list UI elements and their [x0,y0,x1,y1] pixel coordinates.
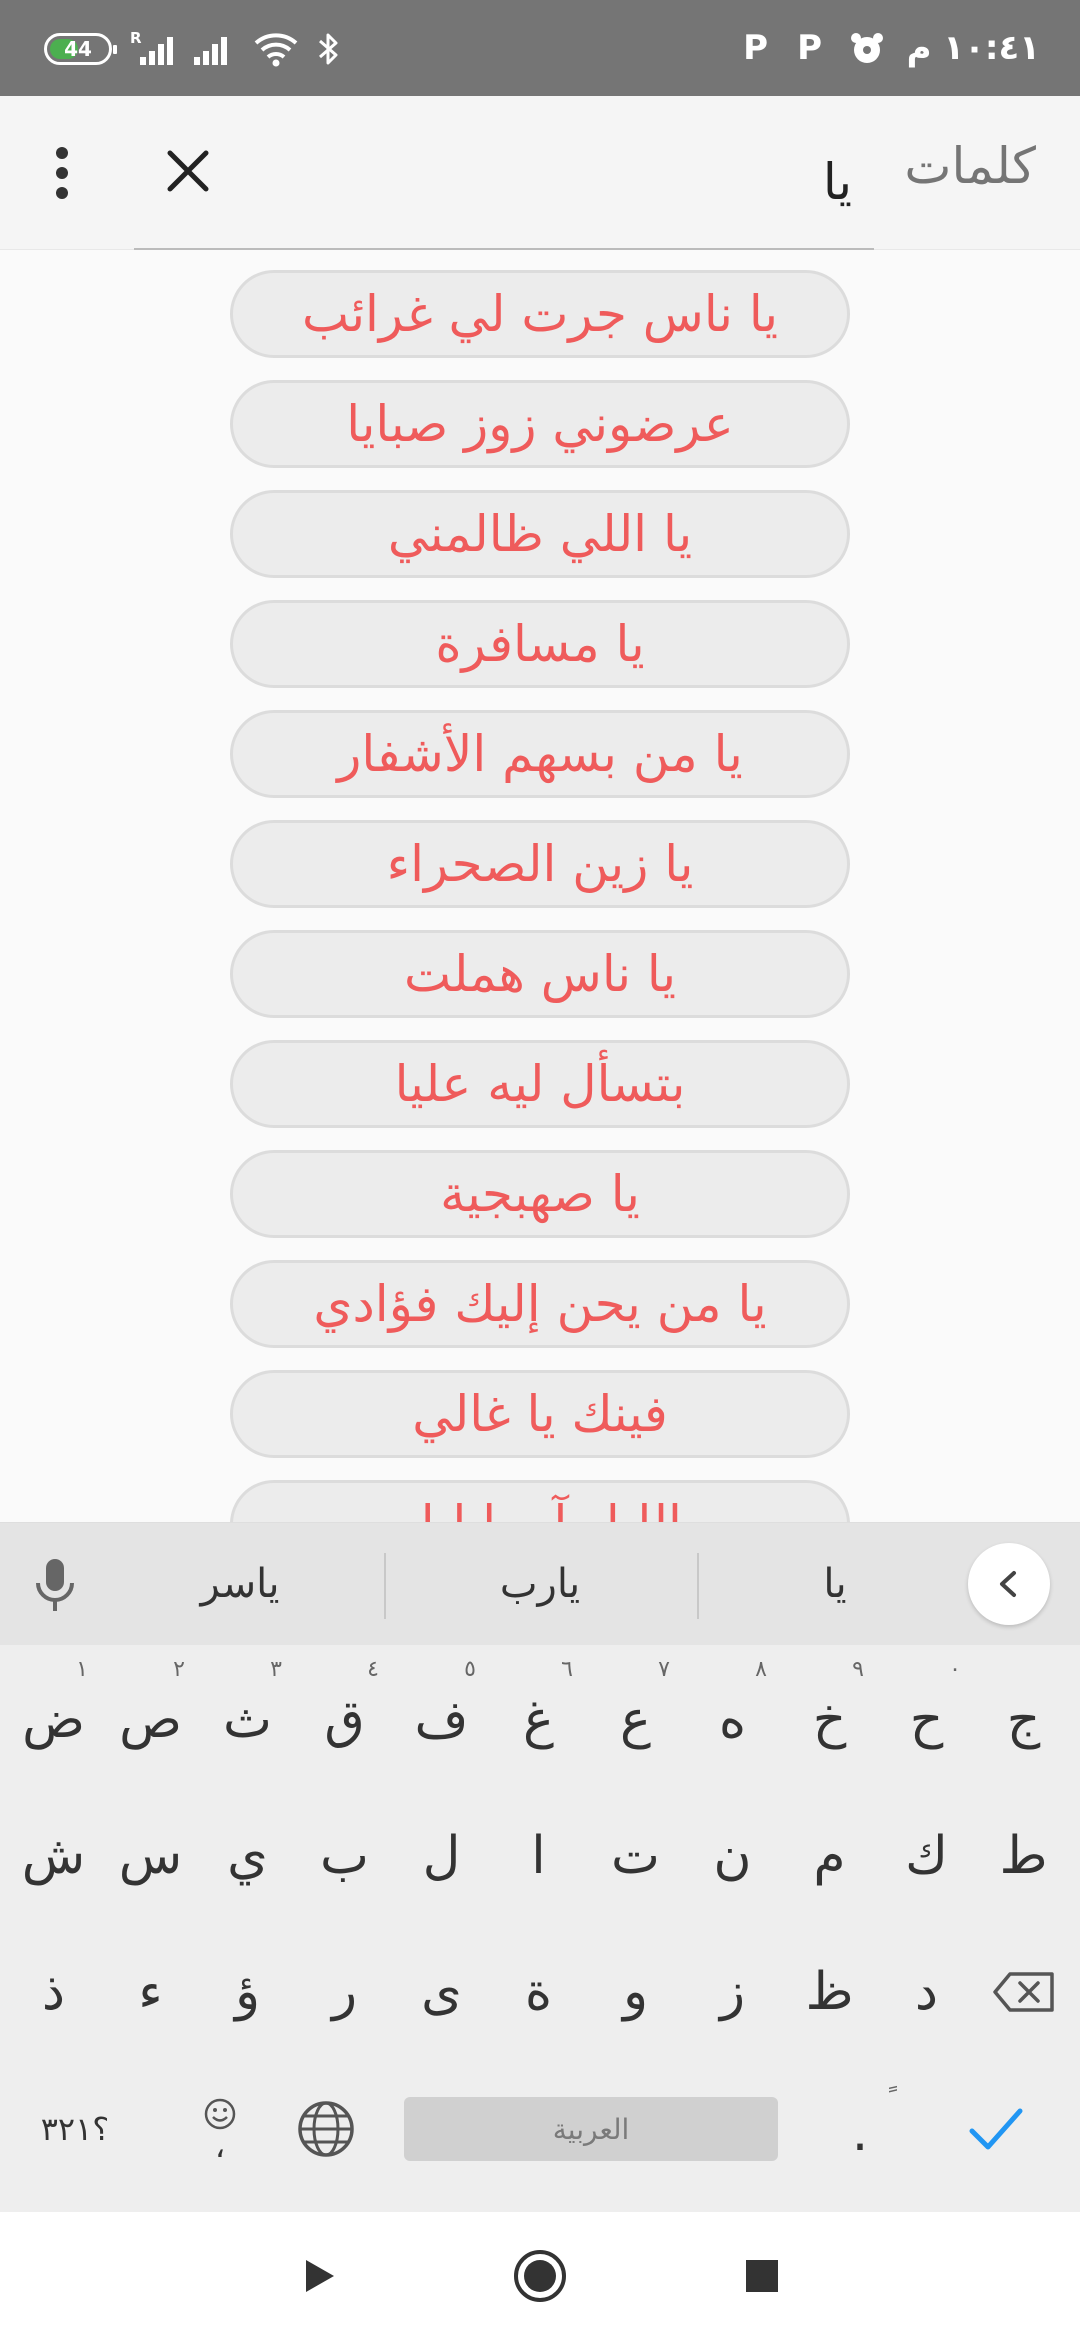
result-item[interactable]: يا من بسهم الأشفار [230,710,850,798]
result-item[interactable]: بتسأل ليه عليا [230,1040,850,1128]
app-notification-icon [850,33,883,63]
backspace-key[interactable] [975,1929,1072,2055]
key[interactable]: ظ [781,1929,878,2055]
language-button[interactable] [290,2093,362,2165]
result-item[interactable]: يا مسافرة [230,600,850,688]
key[interactable]: ز [684,1929,781,2055]
symbols-key[interactable]: ؟٣٢١ [20,2097,130,2161]
key[interactable]: ة [490,1929,587,2055]
recents-button[interactable] [730,2244,794,2308]
notification-p-icon: P [797,28,823,68]
notification-p-icon: P [743,28,769,68]
key[interactable]: ي [199,1793,296,1919]
battery-icon: 44 [44,33,117,65]
key[interactable]: ك [878,1793,975,1919]
battery-level: 44 [64,37,92,61]
expand-toolbar-button[interactable] [968,1543,1050,1625]
wifi-icon [254,33,298,67]
key[interactable]: ق٤ [296,1657,393,1783]
suggestion-2[interactable]: يارب [390,1551,690,1617]
key[interactable]: د [878,1929,975,2055]
key[interactable]: م [781,1793,878,1919]
signal-roaming-icon: R [130,29,174,65]
microphone-icon[interactable] [30,1555,80,1615]
key[interactable]: ى [393,1929,490,2055]
key[interactable]: غ٦ [490,1657,587,1783]
key[interactable]: ح٠ [878,1657,975,1783]
key[interactable]: ص٢ [102,1657,199,1783]
back-triangle-icon [306,2260,334,2292]
results-list[interactable]: يا ناس جرت لي غرائب عرضوني زوز صبايا يا … [0,252,1080,1522]
recents-square-icon [746,2260,778,2292]
key[interactable]: و [587,1929,684,2055]
back-button[interactable] [286,2244,350,2308]
suggestion-3[interactable]: يا [700,1551,970,1617]
key[interactable]: ا [490,1793,587,1919]
more-options-button[interactable] [40,141,84,205]
bluetooth-icon [319,33,338,65]
key[interactable]: ن [684,1793,781,1919]
key[interactable]: ع٧ [587,1657,684,1783]
enter-key[interactable] [956,2093,1036,2165]
emoji-key[interactable]: ، [180,2079,260,2179]
result-item[interactable]: يا اللي ظالمني [230,490,850,578]
key[interactable]: ط [975,1793,1072,1919]
comma-key-label: ، [214,2127,226,2165]
key[interactable]: ش [5,1793,102,1919]
more-vert-icon [56,147,68,159]
key[interactable]: خ٩ [781,1657,878,1783]
keyboard: ياسر يارب يا ض١ ص٢ ث٣ ق٤ ف٥ غ٦ ع٧ ه٨ خ٩ … [0,1522,1080,2212]
backspace-icon [992,1972,1054,2012]
status-bar: 44 R P P ١٠:٤١ م [0,0,1080,96]
result-item[interactable]: يا ناس هملت [230,930,850,1018]
chevron-left-icon [1000,1571,1016,1597]
key[interactable]: ه٨ [684,1657,781,1783]
result-item[interactable]: يا ناس جرت لي غرائب [230,270,850,358]
key[interactable]: ب [296,1793,393,1919]
suggestion-strip: ياسر يارب يا [0,1523,1080,1645]
emoji-icon [204,2098,236,2130]
space-bar[interactable]: العربية [404,2097,778,2161]
search-hint-label: كلمات [904,137,1036,195]
period-key[interactable]: . ً [820,2083,900,2183]
key[interactable]: ض١ [5,1657,102,1783]
globe-icon [298,2101,354,2157]
home-button[interactable] [508,2244,572,2308]
signal-icon [192,33,236,65]
checkmark-icon [969,2108,1023,2150]
key[interactable]: ت [587,1793,684,1919]
key[interactable]: ث٣ [199,1657,296,1783]
key[interactable]: س [102,1793,199,1919]
result-item[interactable]: فينك يا غالي [230,1370,850,1458]
status-time: ١٠:٤١ م [906,28,1040,68]
result-item[interactable]: يا صهبجية [230,1150,850,1238]
key[interactable]: ر [296,1929,393,2055]
home-circle-icon [514,2250,566,2302]
key[interactable]: ل [393,1793,490,1919]
suggestion-1[interactable]: ياسر [90,1551,390,1617]
key[interactable]: ذ [5,1929,102,2055]
key[interactable]: ف٥ [393,1657,490,1783]
result-item[interactable]: يا زين الصحراء [230,820,850,908]
search-field-container [134,132,874,250]
key[interactable]: ؤ [199,1929,296,2055]
result-item[interactable]: يا من يحن إليك فؤادي [230,1260,850,1348]
navigation-bar [0,2212,1080,2340]
search-input[interactable] [134,132,874,232]
result-item[interactable]: عرضوني زوز صبايا [230,380,850,468]
key[interactable]: ء [102,1929,199,2055]
key[interactable]: ج [975,1657,1072,1783]
result-item[interactable]: الليل آه يا ليل [230,1480,850,1522]
